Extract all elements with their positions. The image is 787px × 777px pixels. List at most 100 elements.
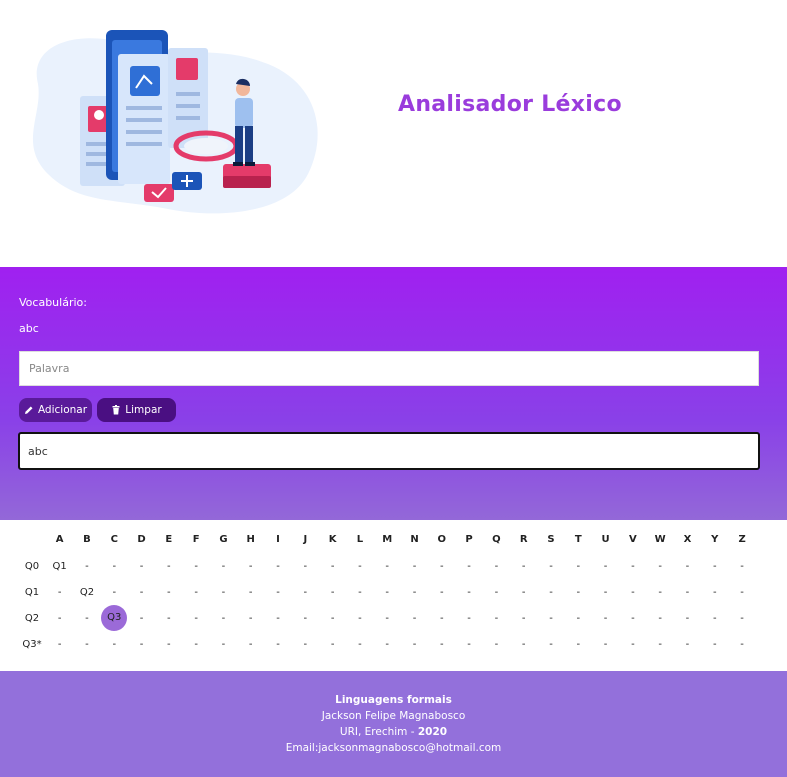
transition-cell: - bbox=[330, 586, 335, 598]
transition-cell: - bbox=[358, 560, 362, 572]
state-label: Q3* bbox=[22, 638, 42, 650]
transition-cell: - bbox=[549, 560, 553, 572]
transition-table: A B C D E F G H I J K L M N O P Q R S T U V W X Y Z Q0 Q1 - - - - - - - - -… bbox=[18, 526, 756, 657]
transition-cell: - bbox=[139, 612, 144, 624]
column-header: U bbox=[601, 534, 610, 545]
transition-cell: - bbox=[521, 638, 526, 650]
footer-course: Linguagens formais bbox=[335, 694, 452, 706]
transition-cell: - bbox=[658, 560, 662, 572]
transition-cell: - bbox=[385, 560, 390, 572]
transition-cell: - bbox=[440, 612, 444, 624]
transition-cell: - bbox=[467, 586, 471, 598]
transition-cell: - bbox=[494, 560, 499, 572]
transition-cell: - bbox=[712, 560, 717, 572]
column-header: Q bbox=[492, 534, 501, 545]
transition-cell: - bbox=[167, 612, 171, 624]
hero-illustration bbox=[32, 30, 318, 214]
column-header: I bbox=[276, 534, 280, 545]
transition-cell: - bbox=[167, 586, 171, 598]
transition-cell: - bbox=[276, 560, 280, 572]
column-header: H bbox=[246, 534, 255, 545]
transition-cell: - bbox=[467, 560, 471, 572]
transition-cell: - bbox=[139, 560, 144, 572]
transition-cell: - bbox=[85, 612, 89, 624]
transition-cell: - bbox=[740, 612, 744, 624]
transition-cell: - bbox=[740, 586, 744, 598]
transition-cell: - bbox=[57, 612, 62, 624]
transition-cell: - bbox=[412, 638, 417, 650]
column-header: S bbox=[547, 534, 555, 545]
column-header: T bbox=[574, 534, 582, 545]
transition-cell: - bbox=[712, 586, 717, 598]
transition-cell: - bbox=[603, 586, 608, 598]
hero-section: Analisador Léxico bbox=[0, 0, 787, 267]
transition-cell: - bbox=[576, 586, 581, 598]
transition-cell: - bbox=[603, 638, 608, 650]
column-header: O bbox=[437, 534, 447, 545]
column-header: F bbox=[192, 534, 200, 545]
table-corner-cell bbox=[18, 526, 46, 553]
transition-cell: - bbox=[576, 612, 581, 624]
table-row: Q1 - Q2 - - - - - - - - - - - - - - - - - - - - - - - - bbox=[18, 579, 756, 605]
clear-button[interactable]: Limpar bbox=[97, 398, 176, 422]
transition-cell: - bbox=[85, 560, 89, 572]
transition-cell: - bbox=[139, 586, 144, 598]
transition-cell: - bbox=[194, 560, 198, 572]
transition-cell: - bbox=[276, 586, 280, 598]
table-row: Q0 Q1 - - - - - - - - - - - - - - - - - - - - - - - - - bbox=[18, 553, 756, 579]
transition-cell: - bbox=[276, 612, 280, 624]
transition-cell: - bbox=[494, 612, 499, 624]
transition-cell: - bbox=[330, 638, 335, 650]
transition-cell: - bbox=[221, 586, 226, 598]
column-header: M bbox=[382, 534, 393, 545]
transition-cell: - bbox=[221, 560, 226, 572]
transition-cell: - bbox=[221, 612, 226, 624]
word-input[interactable] bbox=[19, 351, 759, 386]
column-header: B bbox=[83, 534, 91, 545]
column-header: K bbox=[328, 534, 337, 545]
transition-cell: - bbox=[521, 612, 526, 624]
test-word-input[interactable] bbox=[18, 432, 760, 470]
footer: Linguagens formais Jackson Felipe Magnab… bbox=[0, 671, 787, 777]
add-button[interactable]: Adicionar bbox=[19, 398, 92, 422]
transition-cell: - bbox=[440, 586, 444, 598]
transition-cell: - bbox=[603, 560, 608, 572]
active-transition-cell: Q3 bbox=[101, 605, 128, 631]
transition-cell: - bbox=[412, 586, 417, 598]
transition-cell: - bbox=[112, 560, 117, 572]
transition-cell: - bbox=[303, 612, 308, 624]
transition-cell: - bbox=[85, 638, 89, 650]
column-header: C bbox=[110, 534, 118, 545]
transition-cell: - bbox=[303, 638, 308, 650]
footer-author: Jackson Felipe Magnabosco bbox=[321, 710, 466, 722]
transition-cell: - bbox=[521, 586, 526, 598]
transition-cell: - bbox=[167, 560, 171, 572]
transition-cell: - bbox=[549, 612, 553, 624]
transition-cell: - bbox=[658, 612, 662, 624]
transition-cell: - bbox=[385, 612, 390, 624]
transition-cell: - bbox=[139, 638, 144, 650]
column-header: X bbox=[683, 534, 692, 545]
transition-cell: - bbox=[112, 586, 117, 598]
table-row: Q2- - Q3- - - - - - - - - - - - - - - - - - - - - - - bbox=[18, 605, 756, 631]
vocabulary-words: abc bbox=[19, 322, 39, 335]
vocabulary-label: Vocabulário: bbox=[19, 296, 87, 309]
transition-cell: - bbox=[603, 612, 608, 624]
transition-cell: - bbox=[385, 638, 390, 650]
transition-cell: - bbox=[248, 586, 253, 598]
transition-cell: Q2 bbox=[79, 586, 95, 598]
state-label: Q1 bbox=[24, 586, 40, 598]
transition-cell: - bbox=[221, 638, 226, 650]
column-header: N bbox=[410, 534, 419, 545]
transition-cell: - bbox=[740, 638, 744, 650]
transition-cell: - bbox=[303, 586, 308, 598]
transition-cell: - bbox=[57, 586, 62, 598]
table-header-row: A B C D E F G H I J K L M N O P Q R S T U V W X Y Z bbox=[18, 526, 756, 553]
transition-cell: - bbox=[658, 586, 662, 598]
transition-cell: - bbox=[549, 586, 553, 598]
clear-button-label: Limpar bbox=[125, 404, 162, 416]
footer-place: URI, Erechim - bbox=[339, 726, 418, 738]
pencil-icon bbox=[24, 406, 33, 414]
footer-year: 2020 bbox=[417, 726, 448, 738]
add-button-label: Adicionar bbox=[37, 404, 88, 416]
